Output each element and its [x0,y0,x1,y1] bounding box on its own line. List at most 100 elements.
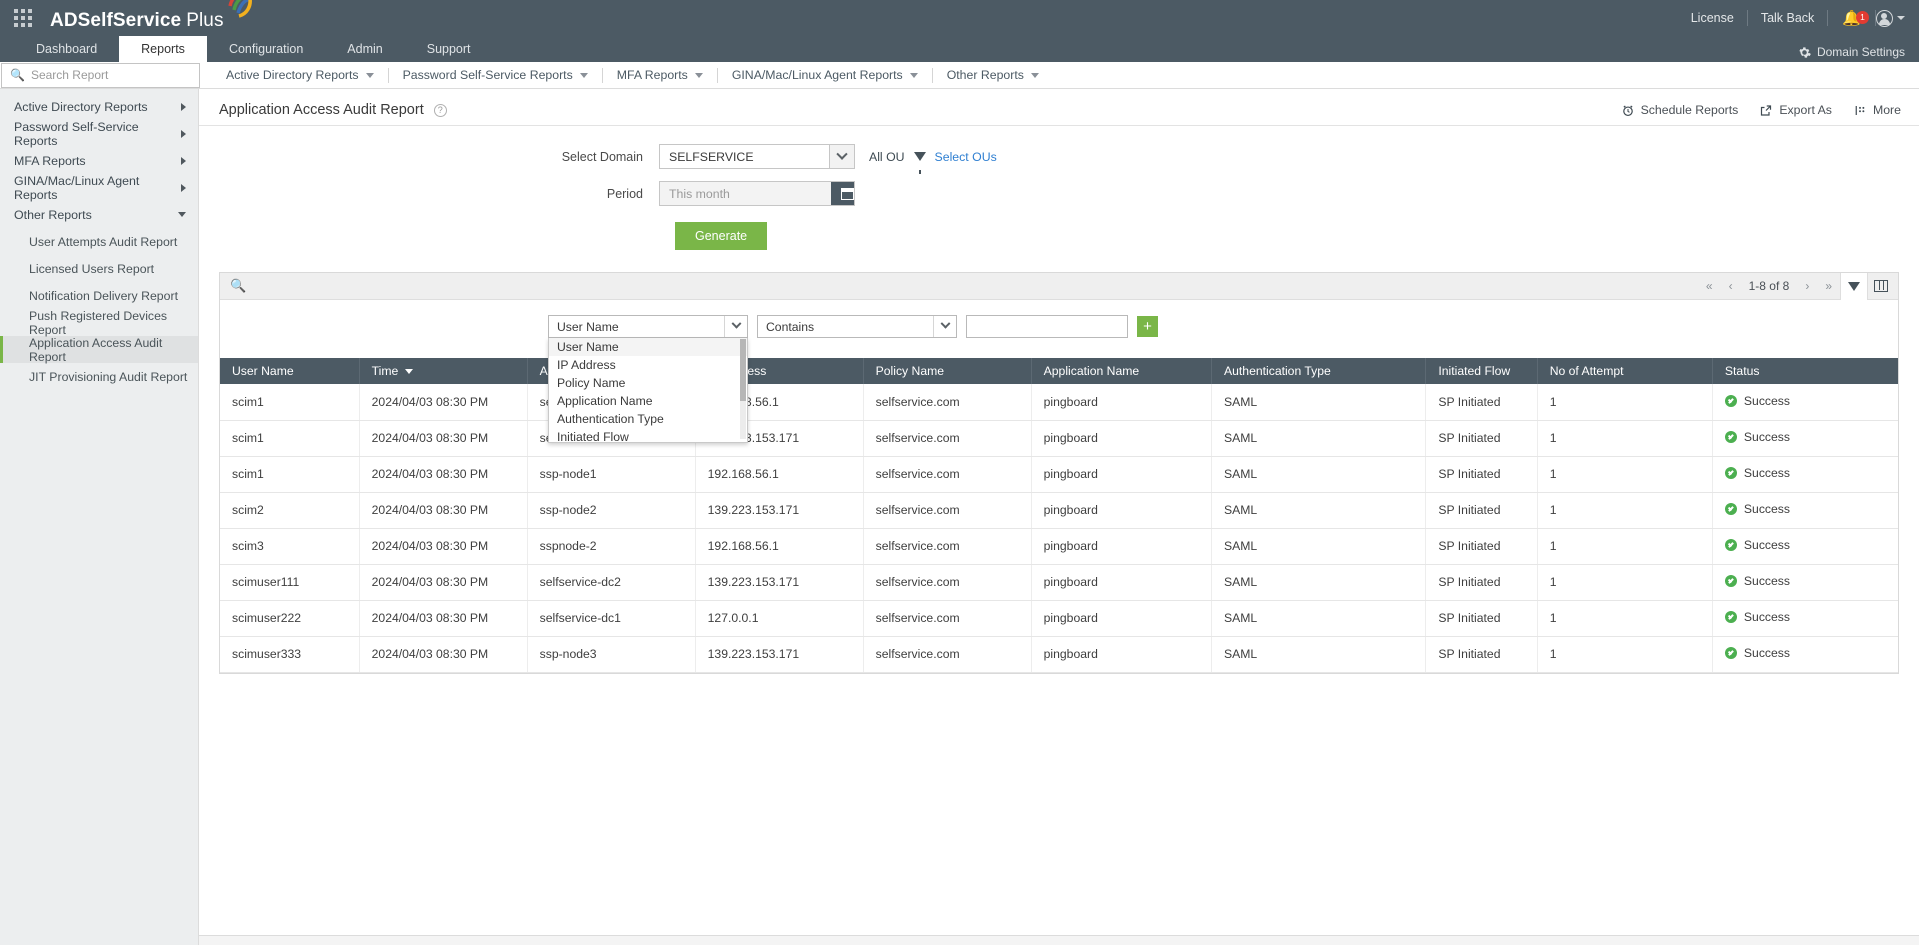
app-grid-icon[interactable] [14,9,32,27]
period-field[interactable]: This month [659,181,855,206]
tab-configuration[interactable]: Configuration [207,36,325,62]
sidebar-group-active-directory-reports[interactable]: Active Directory Reports [0,93,198,120]
generate-button[interactable]: Generate [675,222,768,250]
filter-operator-select[interactable]: Contains [757,315,957,338]
user-menu-button[interactable] [1876,9,1909,27]
filter-column-select[interactable]: User Name [548,315,748,338]
table-cell: 192.168.56.1 [695,456,864,493]
table-cell: 2024/04/03 08:30 PM [359,636,528,673]
tab-admin[interactable]: Admin [325,36,404,62]
calendar-icon[interactable] [831,182,854,205]
nav-label: MFA Reports [616,68,688,82]
nav-other-reports[interactable]: Other Reports [933,68,1053,82]
chevron-down-icon [933,316,956,337]
nav-mfa-reports[interactable]: MFA Reports [603,68,717,82]
table-cell: selfservice.com [863,420,1032,457]
domain-settings-button[interactable]: Domain Settings [1798,45,1905,59]
sidebar-group-mfa-reports[interactable]: MFA Reports [0,147,198,174]
table-row[interactable]: scim3 2024/04/03 08:30 PM sspnode-2 192.168… [220,528,1898,565]
filter-text-input[interactable] [966,315,1128,338]
toolbar-right: « ‹ 1-8 of 8 › » [1698,272,1894,304]
sidebar-group-other-reports[interactable]: Other Reports [0,201,198,228]
domain-settings-label: Domain Settings [1816,45,1905,59]
tab-support[interactable]: Support [405,36,493,62]
table-row[interactable]: scim2 2024/04/03 08:30 PM ssp-node2 139.223… [220,492,1898,529]
filter-button[interactable] [1840,272,1867,304]
col-authentication-type[interactable]: Authentication Type [1211,358,1427,384]
add-filter-button[interactable]: + [1137,316,1158,337]
sidebar-item-application-access-audit-report[interactable]: Application Access Audit Report [0,336,198,364]
sidebar-item-push-registered-devices-report[interactable]: Push Registered Devices Report [0,309,198,337]
talk-back-link[interactable]: Talk Back [1748,11,1828,25]
export-as-button[interactable]: Export As [1760,103,1832,117]
sidebar-item-jit-provisioning-audit-report[interactable]: JIT Provisioning Audit Report [0,363,198,390]
table-row[interactable]: scimuser111 2024/04/03 08:30 PM selfservic… [220,564,1898,601]
col-user-name[interactable]: User Name [220,358,360,384]
table-cell: pingboard [1031,492,1213,529]
schedule-reports-button[interactable]: Schedule Reports [1622,103,1739,117]
first-page-button[interactable]: « [1698,279,1721,293]
nav-gina-mac-linux-agent-reports[interactable]: GINA/Mac/Linux Agent Reports [718,68,932,82]
prev-page-button[interactable]: ‹ [1721,279,1741,293]
help-icon[interactable]: ? [433,103,447,117]
col-time[interactable]: Time [359,358,528,384]
dropdown-option-policy-name[interactable]: Policy Name [549,374,747,392]
dropdown-option-ip-address[interactable]: IP Address [549,356,747,374]
dropdown-option-authentication-type[interactable]: Authentication Type [549,410,747,428]
dropdown-option-user-name[interactable]: User Name [549,338,747,356]
domain-select[interactable]: SELFSERVICE [659,144,855,169]
tab-reports[interactable]: Reports [119,36,207,62]
sort-desc-icon [405,369,414,375]
sidebar-item-user-attempts-audit-report[interactable]: User Attempts Audit Report [0,228,198,255]
sidebar-group-gina-mac-linux-agent-reports[interactable]: GINA/Mac/Linux Agent Reports [0,174,198,202]
filter-column-dropdown[interactable]: User Name IP Address Policy Name Applica… [548,338,748,443]
col-policy-name[interactable]: Policy Name [863,358,1032,384]
table-cell: SAML [1211,564,1427,601]
search-report-box[interactable]: 🔍 [1,62,200,88]
status-label: Success [1743,574,1790,588]
avatar-icon [1876,9,1893,27]
export-icon [1761,104,1772,116]
nav-password-self-service-reports[interactable]: Password Self-Service Reports [389,68,602,82]
schedule-reports-label: Schedule Reports [1640,103,1739,117]
table-cell: scim1 [220,456,360,493]
nav-label: Password Self-Service Reports [402,68,573,82]
more-button[interactable]: More [1854,103,1901,117]
select-ous-link[interactable]: Select OUs [935,150,997,164]
table-row[interactable]: scimuser222 2024/04/03 08:30 PM selfservic… [220,600,1898,637]
page-actions: Schedule Reports Export As More [1622,103,1901,117]
license-link[interactable]: License [1678,11,1747,25]
table-cell: selfservice.com [863,600,1032,637]
col-status[interactable]: Status [1712,358,1898,384]
sidebar-item-notification-delivery-report[interactable]: Notification Delivery Report [0,282,198,309]
table-cell: 2024/04/03 08:30 PM [359,528,528,565]
next-page-button[interactable]: › [1797,279,1817,293]
top-right-controls: License Talk Back 🔔 1 [1678,0,1909,36]
table-cell: scimuser111 [220,564,360,601]
dropdown-option-application-name[interactable]: Application Name [549,392,747,410]
sidebar-group-password-self-service-reports[interactable]: Password Self-Service Reports [0,120,198,148]
search-icon[interactable]: 🔍 [230,278,246,294]
dropdown-scrollbar-thumb[interactable] [740,339,746,401]
filter-operator-value: Contains [766,319,815,334]
col-no-of-attempt[interactable]: No of Attempt [1537,358,1713,384]
col-application-name[interactable]: Application Name [1031,358,1213,384]
table-row[interactable]: scim12024/04/03 08:30 PMselfservice-dc21… [220,420,1898,457]
table-cell: SP Initiated [1425,564,1538,601]
table-row[interactable]: scimuser333 2024/04/03 08:30 PM ssp-node3 1… [220,636,1898,673]
column-settings-button[interactable] [1867,272,1894,300]
notifications-button[interactable]: 🔔 1 [1828,9,1875,27]
col-initiated-flow[interactable]: Initiated Flow [1425,358,1538,384]
last-page-button[interactable]: » [1817,279,1840,293]
tab-dashboard[interactable]: Dashboard [14,36,119,62]
table-row[interactable]: scim12024/04/03 08:30 PMselfservice-dc11… [220,384,1898,421]
filter-icon[interactable] [913,152,926,174]
search-report-input[interactable] [30,68,191,82]
table-cell: pingboard [1031,564,1213,601]
sidebar-item-licensed-users-report[interactable]: Licensed Users Report [0,255,198,282]
table-row[interactable]: scim1 2024/04/03 08:30 PM ssp-node1 192.168… [220,456,1898,493]
nav-active-directory-reports[interactable]: Active Directory Reports [212,68,388,82]
dropdown-option-initiated-flow[interactable]: Initiated Flow [549,428,747,442]
period-label: Period [606,186,643,201]
filter-controls: User Name Contains + [548,315,1158,338]
